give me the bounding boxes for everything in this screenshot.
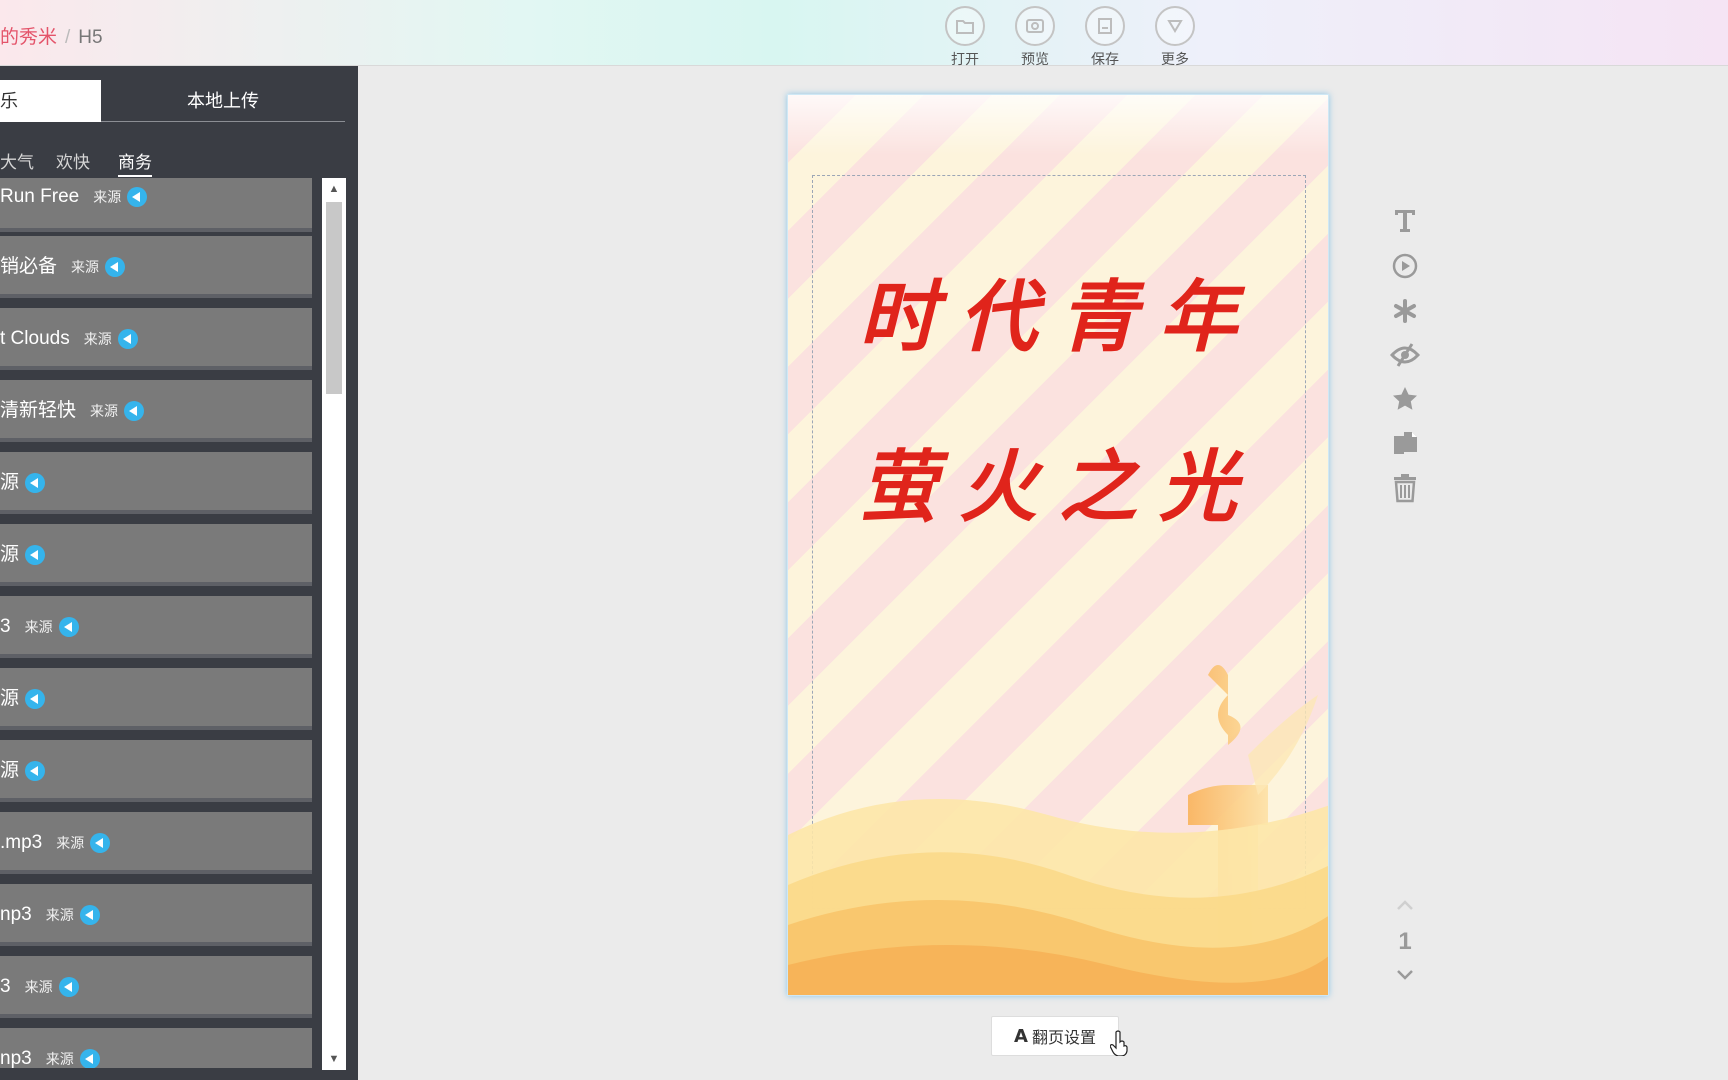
open-button[interactable]: 打开	[940, 6, 990, 69]
breadcrumb: 的秀米 / H5	[0, 22, 103, 49]
item-title: 源	[0, 472, 20, 493]
save-icon	[1085, 6, 1125, 46]
page-number: 1	[1398, 928, 1412, 955]
source-link-icon[interactable]	[25, 473, 46, 493]
more-icon	[1155, 6, 1195, 46]
source-link-icon[interactable]	[58, 977, 79, 997]
source-label: 来源	[90, 403, 119, 419]
scrollbar-thumb[interactable]	[326, 202, 342, 394]
breadcrumb-current: H5	[78, 27, 103, 48]
category-huankuai[interactable]: 欢快	[56, 148, 90, 173]
item-title: np3	[0, 1048, 32, 1068]
next-page-icon[interactable]	[1390, 968, 1420, 986]
copy-icon[interactable]	[1390, 429, 1420, 459]
list-item[interactable]: np3 来源	[0, 884, 312, 946]
prev-page-icon[interactable]	[1390, 898, 1420, 916]
source-link-icon[interactable]	[105, 257, 126, 277]
canvas-top-highlight	[788, 95, 1328, 155]
source-label: 来源	[56, 835, 85, 851]
source-label: 来源	[45, 1051, 74, 1067]
item-title: 清新轻快	[0, 400, 77, 421]
top-bar: 的秀米 / H5 打开 预览 保存 更多	[0, 0, 1728, 69]
text-icon[interactable]	[1390, 206, 1420, 236]
more-label: 更多	[1161, 51, 1189, 67]
page-turn-icon: A	[1014, 1025, 1028, 1047]
list-item[interactable]: 清新轻快 来源	[0, 380, 312, 442]
source-link-icon[interactable]	[25, 761, 46, 781]
source-link-icon[interactable]	[25, 545, 46, 565]
breadcrumb-brand[interactable]: 的秀米	[0, 27, 57, 48]
source-link-icon[interactable]	[58, 617, 79, 637]
source-link-icon[interactable]	[90, 833, 111, 853]
list-item[interactable]: .mp3 来源	[0, 812, 312, 874]
item-title: t Clouds	[0, 328, 70, 349]
source-label: 来源	[24, 979, 53, 995]
list-item[interactable]: 源	[0, 740, 312, 802]
title-line-1[interactable]: 时代青年	[788, 255, 1328, 367]
source-label: 来源	[83, 331, 112, 347]
source-link-icon[interactable]	[79, 1049, 100, 1068]
category-shangwu[interactable]: 商务	[118, 148, 152, 177]
source-link-icon[interactable]	[117, 329, 138, 349]
item-title: Run Free	[0, 186, 80, 207]
item-title: 3	[0, 616, 11, 637]
scroll-down-icon[interactable]: ▼	[322, 1048, 346, 1070]
preview-button[interactable]: 预览	[1010, 6, 1060, 69]
source-link-icon[interactable]	[124, 401, 145, 421]
item-title: 3	[0, 976, 11, 997]
preview-icon	[1015, 6, 1055, 46]
item-title: 源	[0, 544, 20, 565]
source-link-icon[interactable]	[79, 905, 100, 925]
list-item[interactable]: 3 来源	[0, 956, 312, 1018]
h5-page-canvas[interactable]: 时代青年 萤火之光	[787, 94, 1329, 996]
item-title: 销必备	[0, 256, 58, 277]
page-turn-settings-label: 翻页设置	[1031, 1030, 1096, 1047]
hand-cursor-icon	[1110, 1030, 1128, 1056]
save-label: 保存	[1091, 51, 1119, 67]
source-label: 来源	[24, 619, 53, 635]
item-title: .mp3	[0, 832, 43, 853]
list-item[interactable]: 源	[0, 668, 312, 730]
source-link-icon[interactable]	[127, 187, 148, 207]
eye-slash-icon[interactable]	[1390, 340, 1420, 370]
item-title: np3	[0, 904, 32, 925]
asterisk-icon[interactable]	[1390, 296, 1420, 326]
open-label: 打开	[951, 51, 979, 67]
item-title: 源	[0, 688, 20, 709]
trash-icon[interactable]	[1390, 473, 1420, 503]
category-daqi[interactable]: 大气	[0, 148, 34, 173]
title-line-2[interactable]: 萤火之光	[788, 425, 1328, 537]
list-item[interactable]: 3 来源	[0, 596, 312, 658]
preview-label: 预览	[1021, 51, 1049, 67]
list-item[interactable]: 源	[0, 524, 312, 586]
breadcrumb-separator: /	[65, 27, 71, 48]
item-title: 源	[0, 760, 20, 781]
save-button[interactable]: 保存	[1080, 6, 1130, 69]
source-label: 来源	[45, 907, 74, 923]
more-button[interactable]: 更多	[1150, 6, 1200, 69]
folder-icon	[945, 6, 985, 46]
list-item[interactable]: Run Free 来源	[0, 178, 312, 232]
source-label: 来源	[93, 189, 122, 205]
page-turn-settings-button[interactable]: A 翻页设置	[991, 1016, 1119, 1056]
golden-hills-graphic	[788, 799, 1328, 995]
list-item[interactable]: 源	[0, 452, 312, 514]
source-label: 来源	[71, 259, 100, 275]
tab-music-library[interactable]: 乐	[0, 80, 101, 122]
list-item[interactable]: np3 来源	[0, 1028, 312, 1068]
play-circle-icon[interactable]	[1390, 251, 1420, 281]
list-item[interactable]: 销必备 来源	[0, 236, 312, 298]
list-scrollbar[interactable]: ▲ ▼	[322, 178, 346, 1070]
scroll-up-icon[interactable]: ▲	[322, 178, 346, 200]
star-icon[interactable]	[1390, 384, 1420, 414]
tab-local-upload[interactable]: 本地上传	[101, 80, 345, 122]
music-panel: 乐 本地上传 大气 欢快 商务 Run Free 来源 销必备 来源 t Cloud…	[0, 66, 358, 1080]
list-item[interactable]: t Clouds 来源	[0, 308, 312, 370]
music-list: Run Free 来源 销必备 来源 t Clouds 来源 清新轻快 来源 源 源 3…	[0, 178, 312, 1068]
source-link-icon[interactable]	[25, 689, 46, 709]
